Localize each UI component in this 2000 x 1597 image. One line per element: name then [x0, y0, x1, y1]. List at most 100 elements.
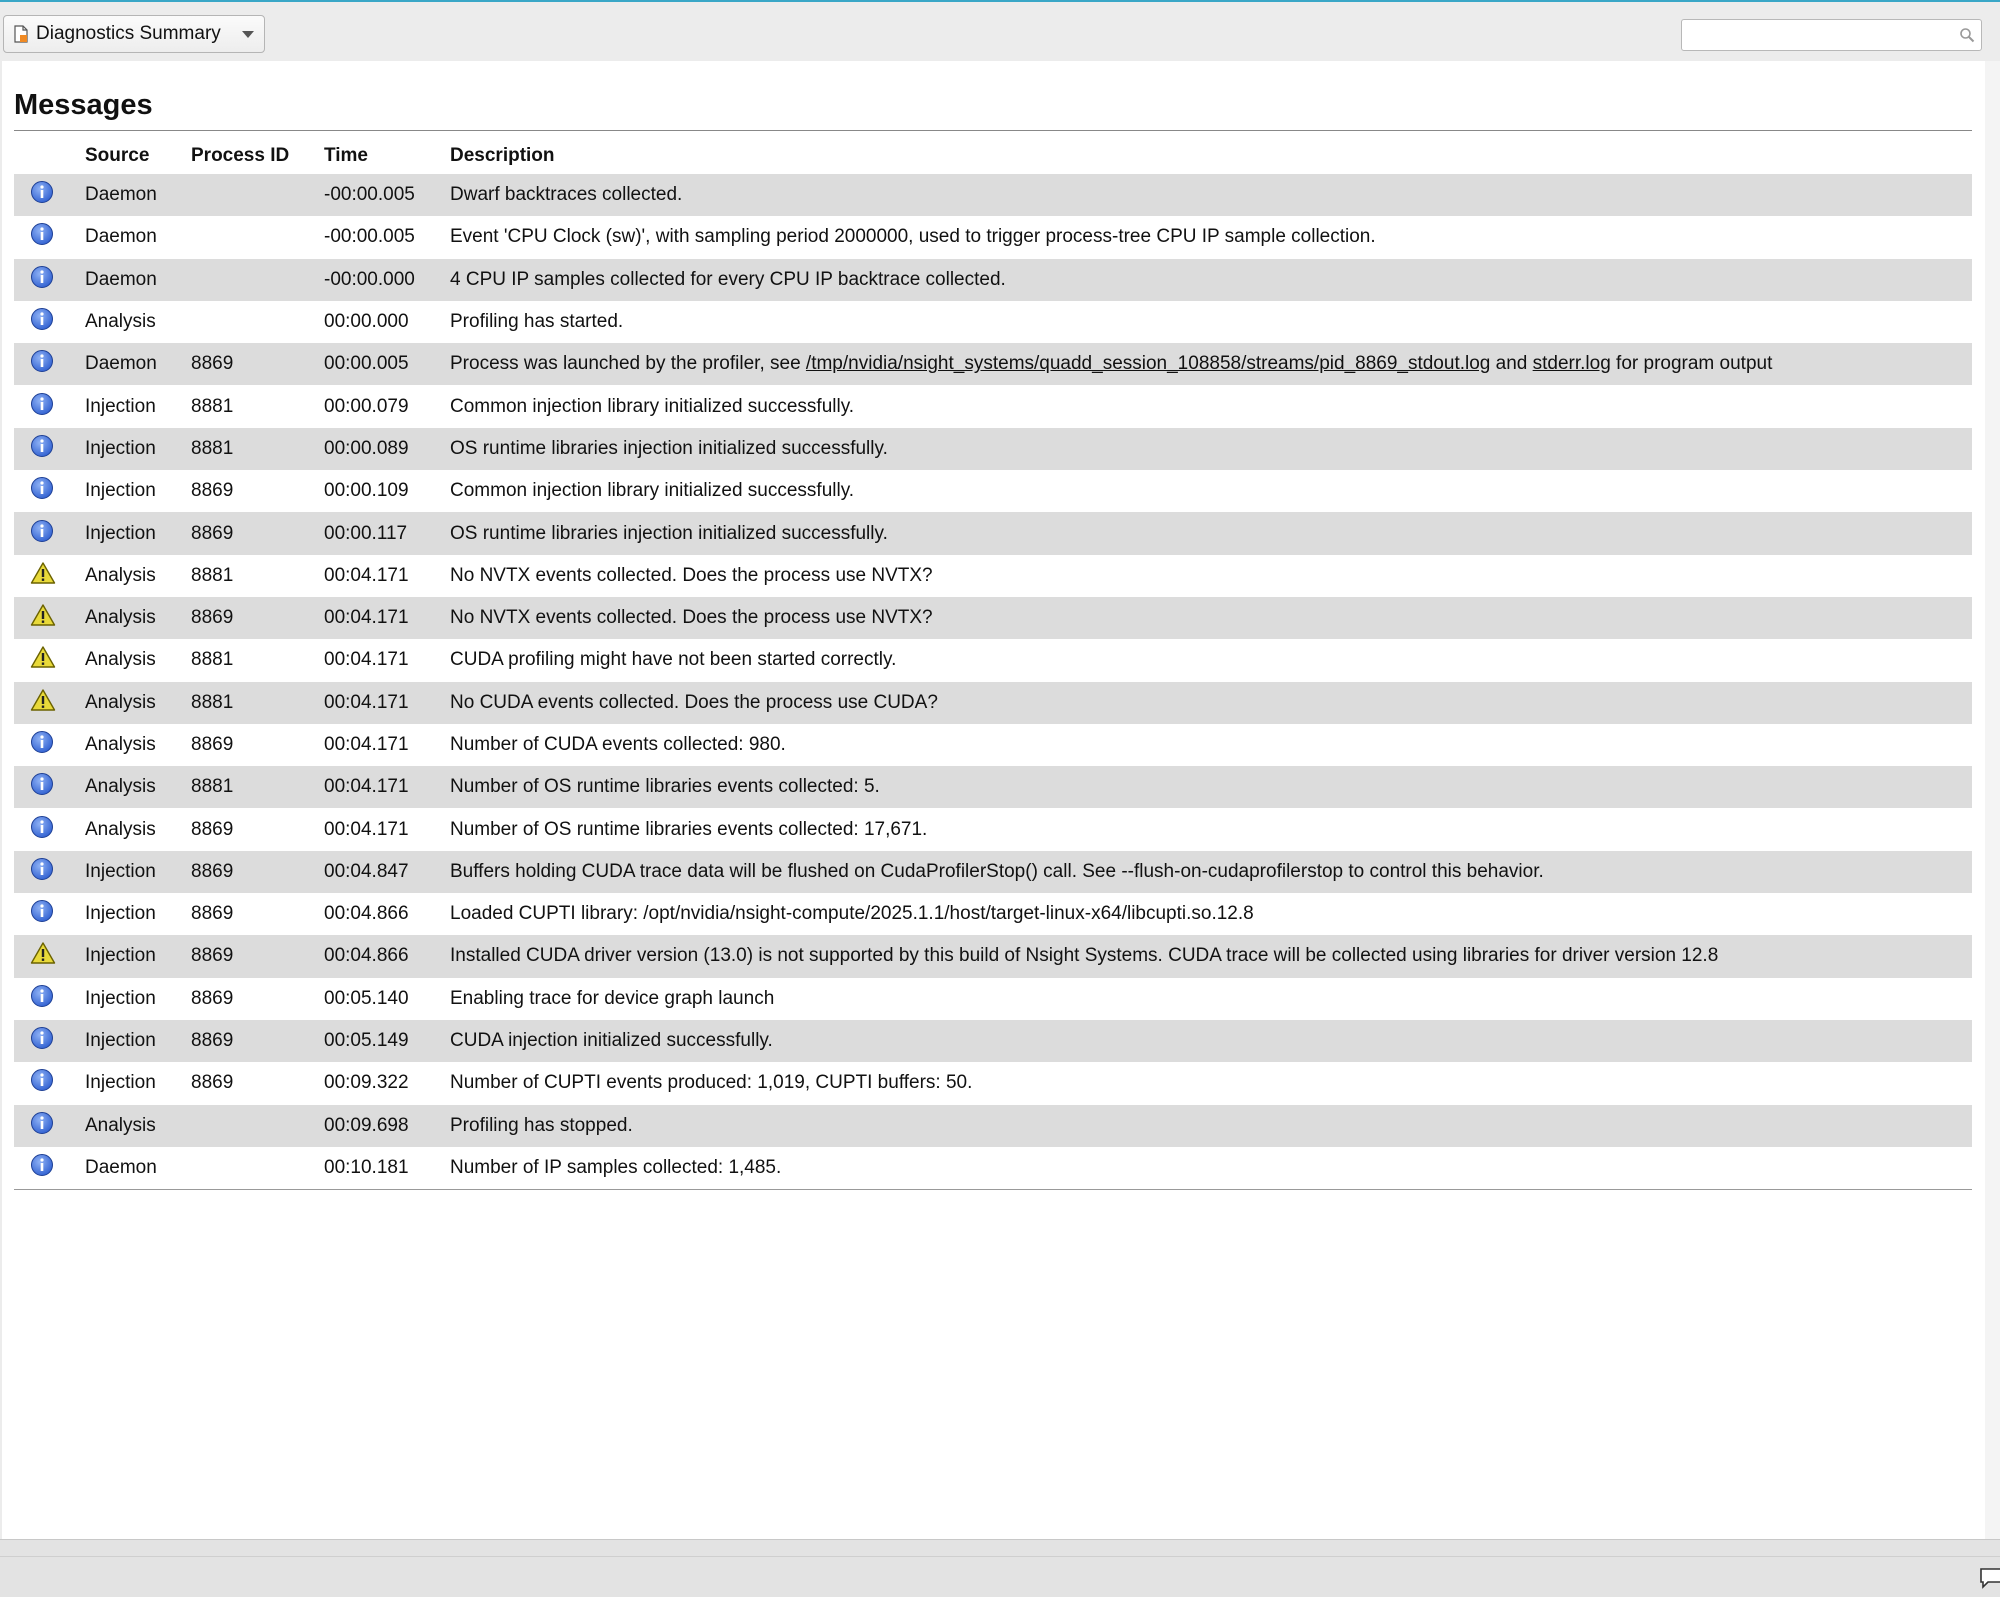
warning-icon	[30, 941, 56, 971]
process-id-cell	[191, 259, 324, 301]
time-cell: 00:09.322	[324, 1072, 409, 1094]
search-field[interactable]	[1681, 19, 1982, 51]
level-cell	[14, 1147, 85, 1189]
level-cell	[14, 343, 85, 385]
view-selector-dropdown[interactable]: Diagnostics Summary	[3, 15, 265, 53]
table-row[interactable]: Analysis 00:00.000 Profiling has started.	[14, 301, 1972, 343]
description-cell: No NVTX events collected. Does the proce…	[450, 607, 933, 629]
table-row[interactable]: Analysis 00:09.698 Profiling has stopped.	[14, 1104, 1972, 1147]
info-icon	[30, 349, 54, 379]
description-cell: No CUDA events collected. Does the proce…	[450, 691, 938, 713]
column-header-process-id[interactable]: Process ID	[191, 132, 324, 174]
table-row[interactable]: Injection 8869 00:05.149 CUDA injection ini…	[14, 1019, 1972, 1063]
table-row[interactable]: Daemon 8869 00:00.005 Process was launched …	[14, 343, 1972, 386]
level-cell	[14, 385, 85, 427]
level-cell	[14, 766, 85, 808]
table-row[interactable]: Analysis 8881 00:04.171 No CUDA events coll…	[14, 681, 1972, 724]
toolbar: Diagnostics Summary	[0, 2, 2000, 60]
description-cell: CUDA profiling might have not been start…	[450, 649, 897, 671]
status-bar-divider	[0, 1556, 2000, 1557]
table-row[interactable]: Injection 8869 00:00.117 OS runtime librari…	[14, 512, 1972, 555]
table-row[interactable]: Injection 8881 00:00.089 OS runtime librari…	[14, 427, 1972, 471]
source-cell: Analysis	[85, 818, 156, 840]
description-cell: Number of CUPTI events produced: 1,019, …	[450, 1072, 973, 1094]
source-cell: Analysis	[85, 564, 156, 586]
messages-table: Source Process ID Time Description Daemo…	[14, 132, 1972, 1190]
table-row[interactable]: Daemon -00:00.005 Dwarf backtraces collect…	[14, 174, 1972, 217]
source-cell: Daemon	[85, 184, 157, 206]
process-id-cell	[191, 301, 324, 343]
column-header-level[interactable]	[14, 132, 85, 174]
info-icon	[30, 857, 54, 887]
info-icon	[30, 1153, 54, 1183]
table-row[interactable]: Daemon -00:00.000 4 CPU IP samples collect…	[14, 258, 1972, 301]
source-cell: Injection	[85, 987, 156, 1009]
column-header-description[interactable]: Description	[450, 132, 1972, 174]
source-cell: Injection	[85, 395, 156, 417]
search-input[interactable]	[1682, 20, 1942, 50]
table-row[interactable]: Injection 8869 00:04.866 Installed CUDA dri…	[14, 935, 1972, 978]
description-cell: Installed CUDA driver version (13.0) is …	[450, 945, 1719, 967]
source-cell: Analysis	[85, 311, 156, 333]
table-row[interactable]: Analysis 8869 00:04.171 Number of CUDA even…	[14, 724, 1972, 766]
table-row[interactable]: Analysis 8881 00:04.171 No NVTX events coll…	[14, 555, 1972, 597]
source-cell: Analysis	[85, 691, 156, 713]
process-id-cell: 8869	[191, 734, 234, 755]
column-header-source[interactable]: Source	[85, 132, 191, 174]
table-row[interactable]: Injection 8869 00:04.847 Buffers holding CU…	[14, 850, 1972, 894]
info-icon	[30, 899, 54, 929]
chat-bubble-icon[interactable]	[1979, 1567, 2000, 1594]
process-id-cell: 8881	[191, 691, 234, 713]
table-row[interactable]: Daemon 00:10.181 Number of IP samples coll…	[14, 1147, 1972, 1190]
column-header-time[interactable]: Time	[324, 132, 450, 174]
stderr-log-link[interactable]: stderr.log	[1533, 353, 1611, 374]
process-id-cell	[191, 174, 324, 216]
warning-icon	[30, 645, 56, 675]
table-row[interactable]: Injection 8869 00:09.322 Number of CUPTI ev…	[14, 1062, 1972, 1104]
time-cell: -00:00.000	[324, 268, 415, 290]
table-row[interactable]: Injection 8869 00:05.140 Enabling trace for…	[14, 978, 1972, 1020]
source-cell: Daemon	[85, 353, 157, 375]
source-cell: Injection	[85, 480, 156, 502]
vertical-scrollbar[interactable]	[1985, 61, 2000, 1539]
table-row[interactable]: Daemon -00:00.005 Event 'CPU Clock (sw)', …	[14, 216, 1972, 258]
source-cell: Injection	[85, 522, 156, 544]
level-cell	[14, 555, 85, 597]
level-cell	[14, 428, 85, 470]
level-cell	[14, 1020, 85, 1062]
level-cell	[14, 808, 85, 850]
description-text: and	[1490, 353, 1533, 375]
source-cell: Analysis	[85, 607, 156, 629]
level-cell	[14, 851, 85, 893]
table-row[interactable]: Injection 8881 00:00.079 Common injection l…	[14, 385, 1972, 427]
time-cell: 00:04.171	[324, 734, 409, 755]
time-cell: 00:04.171	[324, 691, 409, 713]
level-cell	[14, 935, 85, 977]
view-selector-label: Diagnostics Summary	[36, 23, 221, 44]
table-row[interactable]: Injection 8869 00:00.109 Common injection l…	[14, 470, 1972, 512]
time-cell: 00:00.117	[324, 522, 408, 544]
time-cell: 00:04.171	[324, 776, 409, 798]
info-icon	[30, 392, 54, 422]
info-icon	[30, 984, 54, 1014]
process-id-cell	[191, 1147, 324, 1189]
description-cell: Buffers holding CUDA trace data will be …	[450, 860, 1544, 882]
info-icon	[30, 1068, 54, 1098]
process-id-cell: 8881	[191, 437, 234, 459]
table-row[interactable]: Analysis 8881 00:04.171 Number of OS runtim…	[14, 766, 1972, 809]
search-icon	[1959, 27, 1975, 48]
table-row[interactable]: Injection 8869 00:04.866 Loaded CUPTI libra…	[14, 893, 1972, 935]
time-cell: 00:09.698	[324, 1114, 409, 1136]
table-row[interactable]: Analysis 8881 00:04.171 CUDA profiling migh…	[14, 639, 1972, 681]
process-id-cell: 8869	[191, 607, 234, 629]
chevron-down-icon	[242, 30, 254, 38]
stdout-log-link[interactable]: /tmp/nvidia/nsight_systems/quadd_session…	[806, 353, 1490, 374]
table-row[interactable]: Analysis 8869 00:04.171 Number of OS runtim…	[14, 808, 1972, 850]
time-cell: 00:00.109	[324, 480, 409, 502]
process-id-cell	[191, 1105, 324, 1147]
info-icon	[30, 772, 54, 802]
source-cell: Injection	[85, 1072, 156, 1094]
table-row[interactable]: Analysis 8869 00:04.171 No NVTX events coll…	[14, 596, 1972, 640]
level-cell	[14, 597, 85, 639]
level-cell	[14, 470, 85, 512]
